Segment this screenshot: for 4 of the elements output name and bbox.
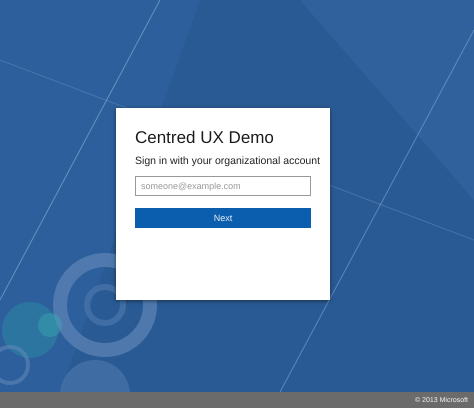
- email-field[interactable]: someone@example.com: [135, 176, 311, 196]
- dialog-title: Centred UX Demo: [135, 128, 275, 148]
- next-button[interactable]: Next: [135, 208, 311, 228]
- sign-in-prompt: Sign in with your organizational account: [135, 155, 320, 167]
